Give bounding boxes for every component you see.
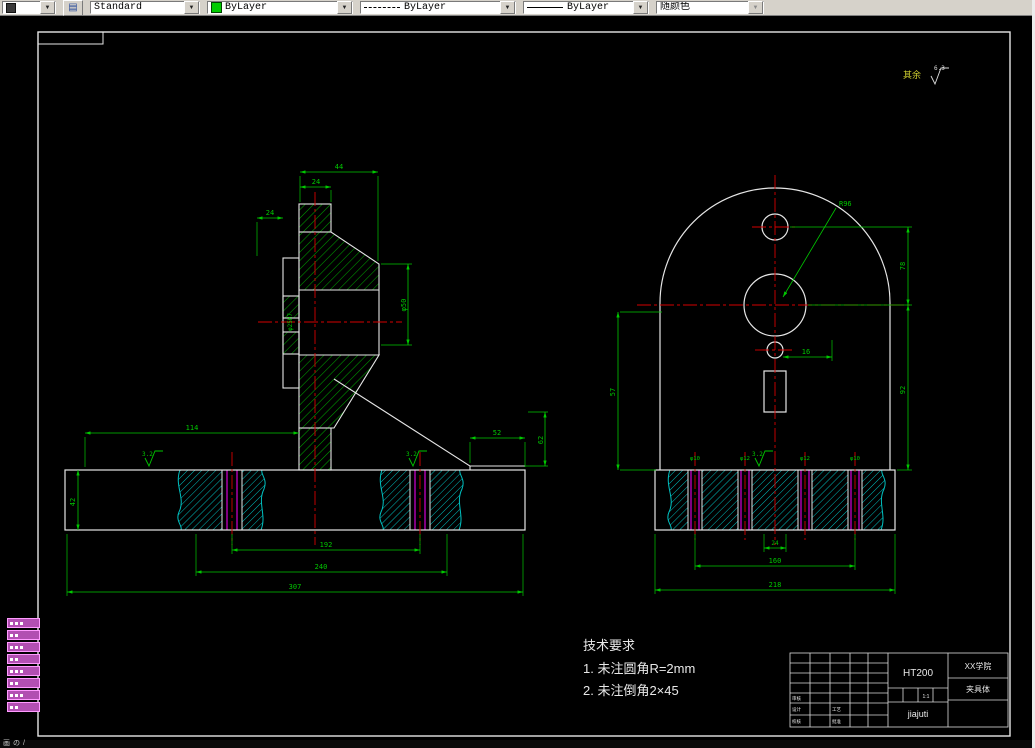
dropdown-arrow-icon: ▼ [748,1,763,14]
dropdown-arrow-icon[interactable]: ▼ [500,1,515,14]
top-toolbar: ▼ ▤ Standard ▼ ByLayer ▼ ByLayer ▼ ByLay… [0,0,1035,16]
tech-req-title: 技术要求 [583,638,635,653]
roughness-value: 3.2 [406,451,417,458]
general-roughness-note: 其余 6.3 [903,65,949,86]
side-toolbar-button[interactable] [7,702,40,712]
dim-label: 114 [186,424,199,432]
dropdown-arrow-icon[interactable]: ▼ [184,1,199,14]
hole-label: φ10 [690,456,700,462]
hole-label: φ10 [850,456,860,462]
side-toolbar-button[interactable] [7,642,40,652]
sheet-frame [37,31,1011,737]
color-swatch-icon [211,2,222,13]
drawing-code-label: jiajuti [907,709,929,719]
cad-application-window: ▼ ▤ Standard ▼ ByLayer ▼ ByLayer ▼ ByLay… [0,0,1035,748]
dim-label: φ50 [400,299,408,312]
side-toolbar-button[interactable] [7,666,40,676]
lineweight-sample-icon [527,7,563,8]
ime-icon[interactable]: / [23,740,25,748]
side-toolbar-button[interactable] [7,618,40,628]
plotstyle-combo[interactable]: 随颜色 ▼ [656,1,764,14]
right-view-dimensions: R96 78 92 57 16 24 160 218 φ10 φ12 φ12 φ… [609,200,912,594]
color-combo[interactable]: ByLayer ▼ [207,1,353,14]
linetype-combo[interactable]: ByLayer ▼ [360,1,516,14]
tech-req-item: 1. 未注圆角R=2mm [583,661,695,676]
scale-label: 1:1 [923,694,930,700]
dim-label: 24 [312,178,320,186]
hole-label: φ12 [800,456,810,462]
drawing-canvas[interactable]: 44 24 24 φ50 φ25H7 114 52 62 192 240 307… [0,16,1035,740]
text-style-value: Standard [94,2,143,13]
layer-properties-button[interactable]: ▤ [63,0,83,16]
title-block-cell-label: 工艺 [832,707,841,712]
title-block-cell-label: 校核 [792,718,801,725]
dim-label: 240 [315,563,328,571]
side-toolbar-button[interactable] [7,654,40,664]
ime-icon[interactable]: の [13,740,20,748]
dropdown-arrow-icon[interactable]: ▼ [40,1,55,14]
organization-label: XX学院 [965,661,992,671]
dim-label: 16 [802,348,810,356]
lineweight-combo[interactable]: ByLayer ▼ [523,1,649,14]
lineweight-value: ByLayer [567,2,610,13]
dim-label: 57 [609,388,617,396]
color-value: ByLayer [225,2,268,13]
dim-label: 92 [899,386,907,394]
title-block-cell-label: 设计 [792,706,801,713]
layer-combo[interactable]: ▼ [2,1,56,14]
plotstyle-value: 随颜色 [660,2,690,13]
left-docked-toolbar [7,618,40,712]
left-base-plate [64,469,526,531]
text-style-combo[interactable]: Standard ▼ [90,1,200,14]
general-note-prefix: 其余 [903,69,921,80]
dim-label: 218 [769,581,782,589]
dim-label: 44 [335,163,343,171]
dim-label: 24 [266,209,274,217]
status-bar: 画 の / [0,740,1035,748]
layers-icon: ▤ [68,2,78,13]
ime-icon[interactable]: 画 [3,740,10,748]
roughness-mark: 3.2 [752,450,773,468]
roughness-value: 3.2 [142,451,153,458]
roughness-mark: 3.2 [406,450,427,468]
dim-label: 192 [320,541,333,549]
linetype-value: ByLayer [404,2,447,13]
roughness-mark: 3.2 [142,450,163,468]
dim-label: 24 [771,540,779,547]
layer-swatch-icon [6,2,16,13]
linetype-sample-icon [364,7,400,8]
technical-requirements: 技术要求 1. 未注圆角R=2mm 2. 未注倒角2×45 [583,638,695,698]
tech-req-item: 2. 未注倒角2×45 [583,683,679,698]
title-block-cell-label: 审核 [792,695,801,702]
hole-label: φ12 [740,456,750,462]
dropdown-arrow-icon[interactable]: ▼ [337,1,352,14]
dim-label: 307 [289,583,302,591]
dim-label: 78 [899,262,907,270]
part-name-label: 夹具体 [966,684,990,694]
title-block-cell-label: 批准 [832,718,841,725]
dim-label: 62 [537,436,545,444]
drawing-area: 44 24 24 φ50 φ25H7 114 52 62 192 240 307… [0,16,1035,740]
dim-label: 52 [493,429,501,437]
dim-label: 160 [769,557,782,565]
radius-label: R96 [839,200,852,208]
dim-label: φ25H7 [287,313,294,331]
left-view [282,203,525,471]
dim-label: 42 [69,498,77,506]
side-toolbar-button[interactable] [7,678,40,688]
title-block: HT200 XX学院 夹具体 jiajuti 1:1 审核 设计 校核 工艺 批… [789,652,1009,728]
material-label: HT200 [903,668,933,679]
dropdown-arrow-icon[interactable]: ▼ [633,1,648,14]
roughness-value: 3.2 [752,451,763,458]
side-toolbar-button[interactable] [7,690,40,700]
side-toolbar-button[interactable] [7,630,40,640]
